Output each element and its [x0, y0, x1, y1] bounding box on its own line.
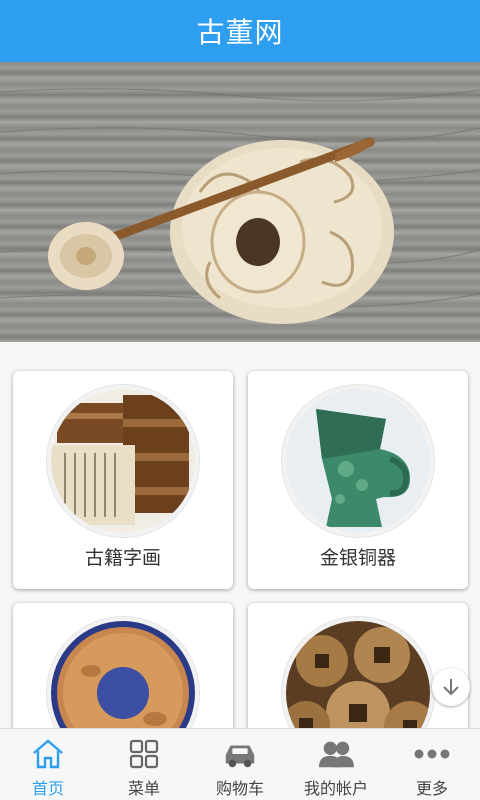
menu-grid-icon	[126, 737, 162, 771]
category-card-jade[interactable]	[13, 603, 233, 728]
users-icon	[318, 737, 354, 771]
ancient-coins-image	[282, 617, 434, 728]
bottom-tab-bar: 首页 菜单 购物车 我的帐户 更多	[0, 728, 480, 800]
banner-carousel[interactable]	[0, 62, 480, 342]
home-icon	[30, 737, 66, 771]
category-card-books[interactable]: 古籍字画	[13, 371, 233, 589]
tab-label: 我的帐户	[303, 779, 368, 798]
tab-label: 更多	[415, 779, 448, 798]
category-label: 古籍字画	[84, 547, 161, 569]
tab-label: 购物车	[215, 779, 264, 798]
jade-disc-image	[47, 617, 199, 728]
tab-account[interactable]: 我的帐户	[288, 729, 384, 800]
ancient-books-image	[47, 385, 199, 537]
tab-label: 菜单	[127, 779, 160, 798]
banner-image	[0, 88, 480, 324]
app-header: 古董网	[0, 0, 480, 62]
category-card-coins[interactable]	[248, 603, 468, 728]
category-grid: 古籍字画 金银铜器	[0, 342, 480, 728]
scroll-down-button[interactable]	[432, 668, 470, 706]
tab-label: 首页	[31, 779, 64, 798]
page-title: 古董网	[196, 16, 284, 49]
tab-more[interactable]: 更多	[384, 729, 480, 800]
category-card-bronze[interactable]: 金银铜器	[248, 371, 468, 589]
more-dots-icon	[414, 737, 450, 771]
category-label: 金银铜器	[319, 547, 396, 569]
tab-menu[interactable]: 菜单	[96, 729, 192, 800]
car-icon	[222, 737, 258, 771]
arrow-down-icon	[443, 679, 459, 696]
tab-home[interactable]: 首页	[0, 729, 96, 800]
tab-cart[interactable]: 购物车	[192, 729, 288, 800]
bronze-vessel-image	[282, 385, 434, 537]
